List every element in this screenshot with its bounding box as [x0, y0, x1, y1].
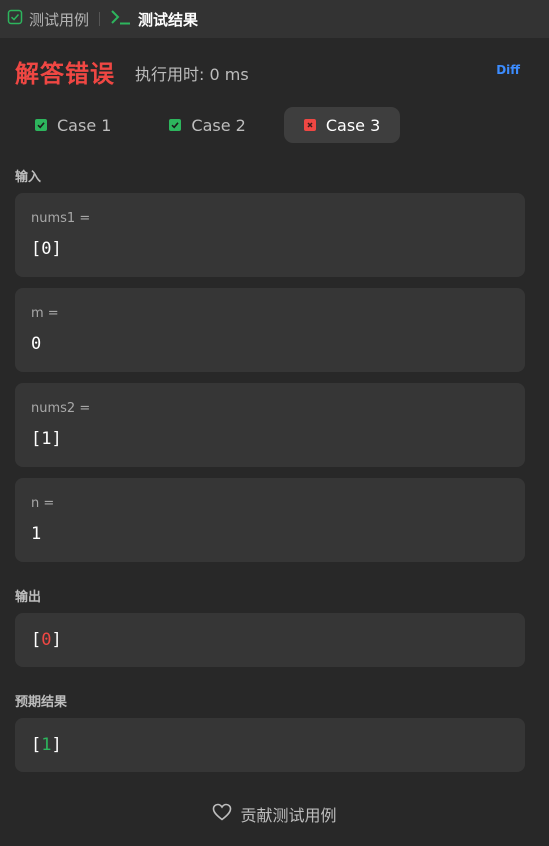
var-name: nums2 =: [31, 401, 91, 416]
expected-section-label: 预期结果: [15, 695, 68, 710]
tab-results[interactable]: 测试结果: [110, 9, 198, 30]
case-tab-2[interactable]: Case 2: [149, 107, 265, 143]
output-section-label: 输出: [15, 590, 42, 605]
output-diff-value: 0: [41, 630, 52, 650]
terminal-icon: [110, 9, 138, 29]
case-tab-label: Case 2: [191, 115, 246, 135]
tab-divider: [99, 12, 101, 26]
case-tab-3[interactable]: Case 3: [283, 107, 401, 143]
input-var-nums2: nums2 = [1]: [15, 383, 525, 467]
diff-button[interactable]: Diff: [496, 63, 520, 77]
tab-results-label: 测试结果: [138, 10, 199, 29]
output-box: [0]: [15, 613, 525, 667]
expected-diff-value: 1: [41, 735, 52, 755]
tab-testcases[interactable]: 测试用例: [7, 9, 89, 30]
input-var-nums1: nums1 = [0]: [15, 193, 525, 277]
case-tab-1[interactable]: Case 1: [15, 107, 131, 143]
var-name: nums1 =: [31, 211, 91, 226]
var-value: [0]: [31, 239, 62, 259]
panel-tabbar: 测试用例 测试结果: [0, 0, 549, 38]
expected-box: [1]: [15, 718, 525, 772]
bracket-close: ]: [51, 630, 62, 650]
expected-value: [1]: [31, 735, 62, 755]
contribute-testcase-button[interactable]: 贡献测试用例: [0, 802, 549, 826]
checkbox-icon: [7, 9, 29, 29]
input-var-m: m = 0: [15, 288, 525, 372]
check-icon: [169, 119, 182, 131]
case-tab-label: Case 1: [57, 115, 112, 135]
x-icon: [303, 119, 316, 131]
runtime-text: 执行用时: 0 ms: [135, 64, 249, 84]
contribute-label: 贡献测试用例: [240, 806, 337, 825]
tab-testcases-label: 测试用例: [29, 10, 90, 29]
verdict-text: 解答错误: [15, 59, 115, 88]
var-name: m =: [31, 306, 59, 321]
bracket-close: ]: [51, 735, 62, 755]
output-value: [0]: [31, 630, 62, 650]
bracket-open: [: [31, 630, 42, 650]
var-value: 0: [31, 334, 42, 354]
input-var-n: n = 1: [15, 478, 525, 562]
case-tabs: Case 1 Case 2 Case 3: [15, 107, 406, 143]
input-section-label: 输入: [15, 170, 42, 185]
var-name: n =: [31, 496, 55, 511]
bracket-open: [: [31, 735, 42, 755]
check-icon: [35, 119, 47, 131]
result-header: 解答错误 执行用时: 0 ms Diff: [15, 55, 520, 88]
heart-icon: [212, 803, 240, 825]
case-tab-label: Case 3: [325, 115, 381, 135]
var-value: [1]: [31, 429, 62, 449]
var-value: 1: [31, 524, 42, 544]
